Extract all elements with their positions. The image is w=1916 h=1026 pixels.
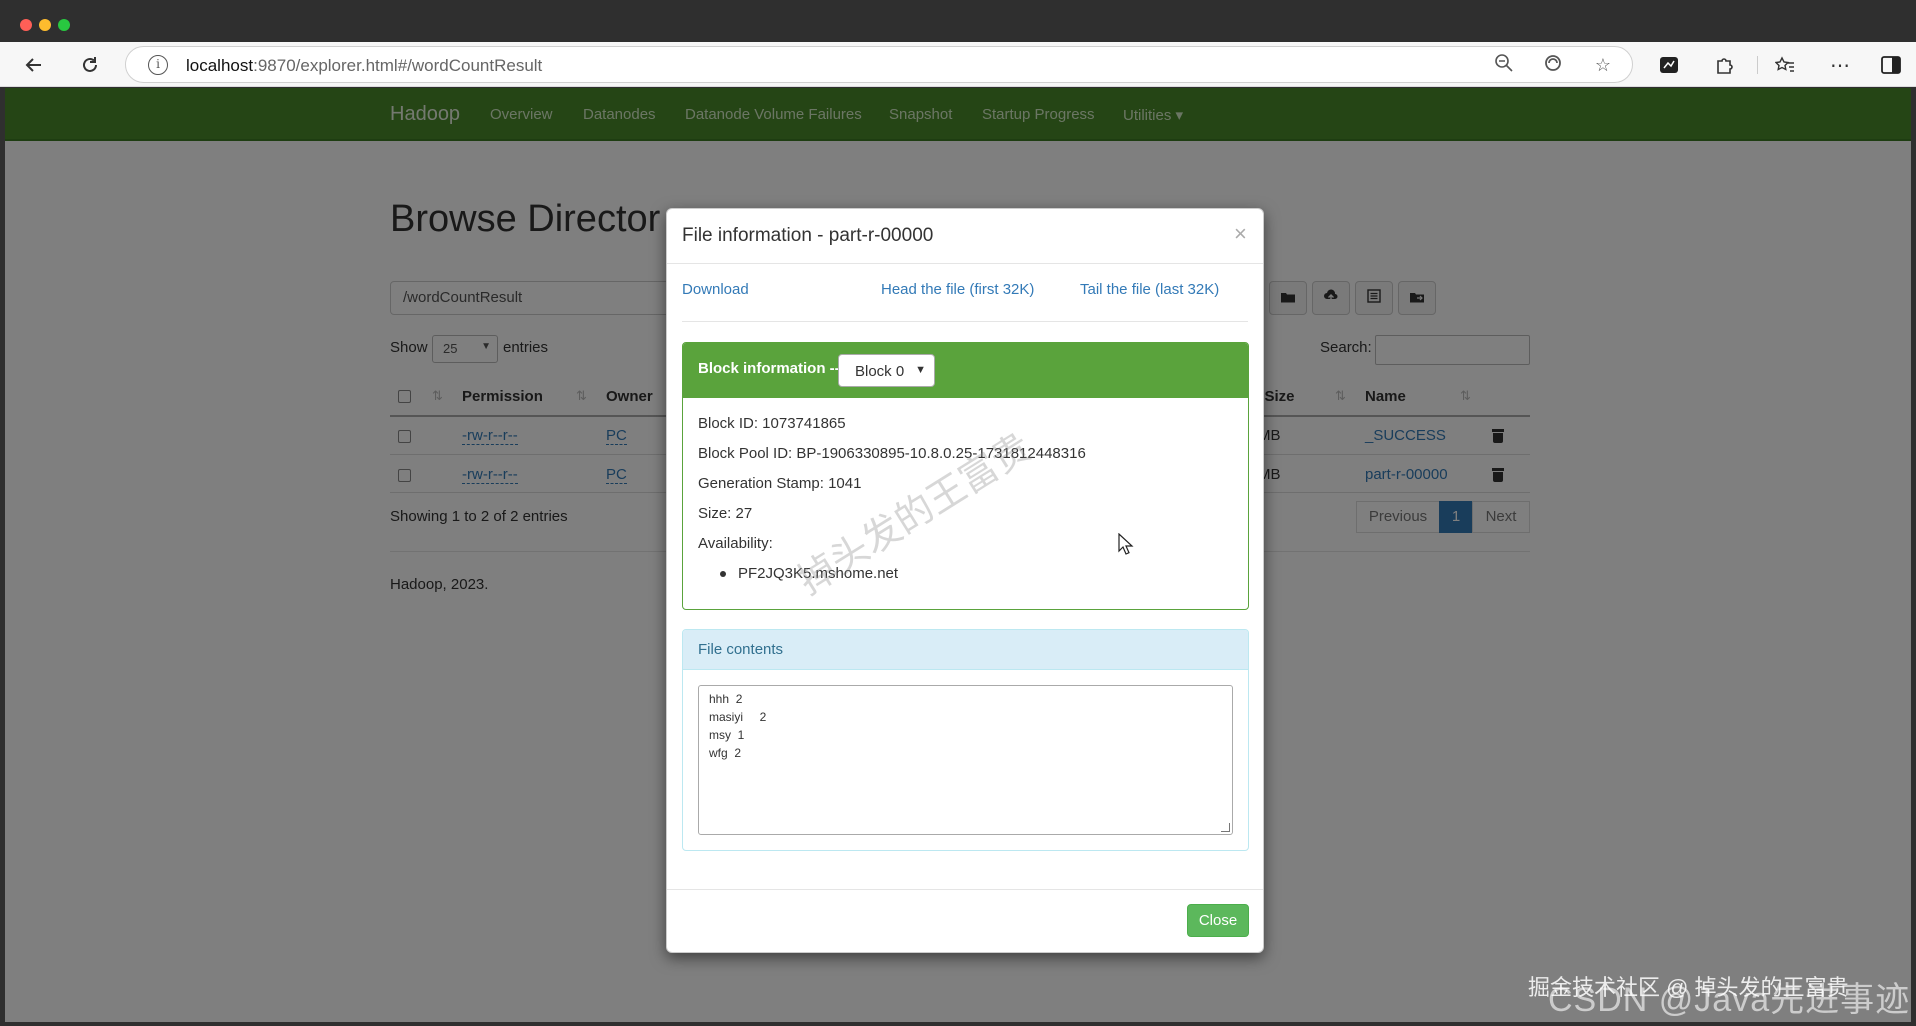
browser-toolbar: i localhost:9870/explorer.html#/wordCoun… [0,42,1916,87]
url-host: localhost [186,56,254,75]
page-viewport: Hadoop Overview Datanodes Datanode Volum… [5,88,1911,1022]
resize-handle-icon[interactable] [1221,823,1230,832]
file-line: wfg 2 [709,746,742,760]
toolbar-separator [1757,56,1758,74]
chevron-down-icon: ▼ [915,364,926,376]
list-bullet [720,571,726,577]
block-select-value: Block 0 [855,363,905,380]
links-divider [682,321,1248,322]
block-select[interactable]: Block 0 ▼ [838,354,935,387]
favorite-star-icon[interactable]: ☆ [1591,53,1615,77]
more-menu-icon[interactable]: ⋯ [1823,48,1857,82]
url-path: :9870/explorer.html#/wordCountResult [253,56,543,75]
url-text[interactable]: localhost:9870/explorer.html#/wordCountR… [186,56,542,76]
close-icon[interactable]: × [1234,223,1247,245]
sidebar-toggle-icon[interactable] [1874,48,1908,82]
file-line: msy 1 [709,728,745,742]
watermark-csdn: CSDN @Java先进事迹 [1548,981,1911,1019]
favorites-icon[interactable] [1768,48,1802,82]
block-info-header: Block information -- Block 0 ▼ [683,343,1248,398]
file-line: masiyi 2 [709,710,767,724]
read-aloud-icon[interactable] [1541,53,1565,77]
address-bar[interactable]: i localhost:9870/explorer.html#/wordCoun… [125,46,1633,83]
close-button[interactable]: Close [1187,904,1249,937]
zoom-window-button[interactable] [58,19,70,31]
modal-header: File information - part-r-00000 × [667,209,1263,264]
file-info-modal: File information - part-r-00000 × Downlo… [666,208,1264,953]
file-contents-textarea[interactable]: hhh 2 masiyi 2 msy 1 wfg 2 [698,685,1233,835]
close-window-button[interactable] [20,19,32,31]
availability-label: Availability: [698,535,773,552]
modal-footer-divider [667,889,1263,890]
window-titlebar [0,0,1916,42]
extensions-puzzle-icon[interactable] [1707,48,1741,82]
file-contents-panel: File contents hhh 2 masiyi 2 msy 1 wfg 2 [682,629,1249,851]
download-link[interactable]: Download [682,281,749,298]
block-size: Size: 27 [698,505,753,522]
back-icon[interactable] [17,48,51,82]
block-id: Block ID: 1073741865 [698,415,846,432]
reload-icon[interactable] [73,48,107,82]
file-contents-label: File contents [698,641,784,658]
modal-title: File information - part-r-00000 [682,225,934,246]
minimize-window-button[interactable] [39,19,51,31]
head-file-link[interactable]: Head the file (first 32K) [881,281,1034,298]
site-info-icon[interactable]: i [148,55,168,75]
block-info-label: Block information -- [698,360,840,377]
extension-app-icon[interactable] [1652,48,1686,82]
zoom-out-icon[interactable] [1492,53,1516,77]
file-line: hhh 2 [709,692,743,706]
tail-file-link[interactable]: Tail the file (last 32K) [1080,281,1219,298]
file-contents-header: File contents [683,630,1248,670]
generation-stamp: Generation Stamp: 1041 [698,475,862,492]
mouse-cursor-icon [1118,533,1134,555]
